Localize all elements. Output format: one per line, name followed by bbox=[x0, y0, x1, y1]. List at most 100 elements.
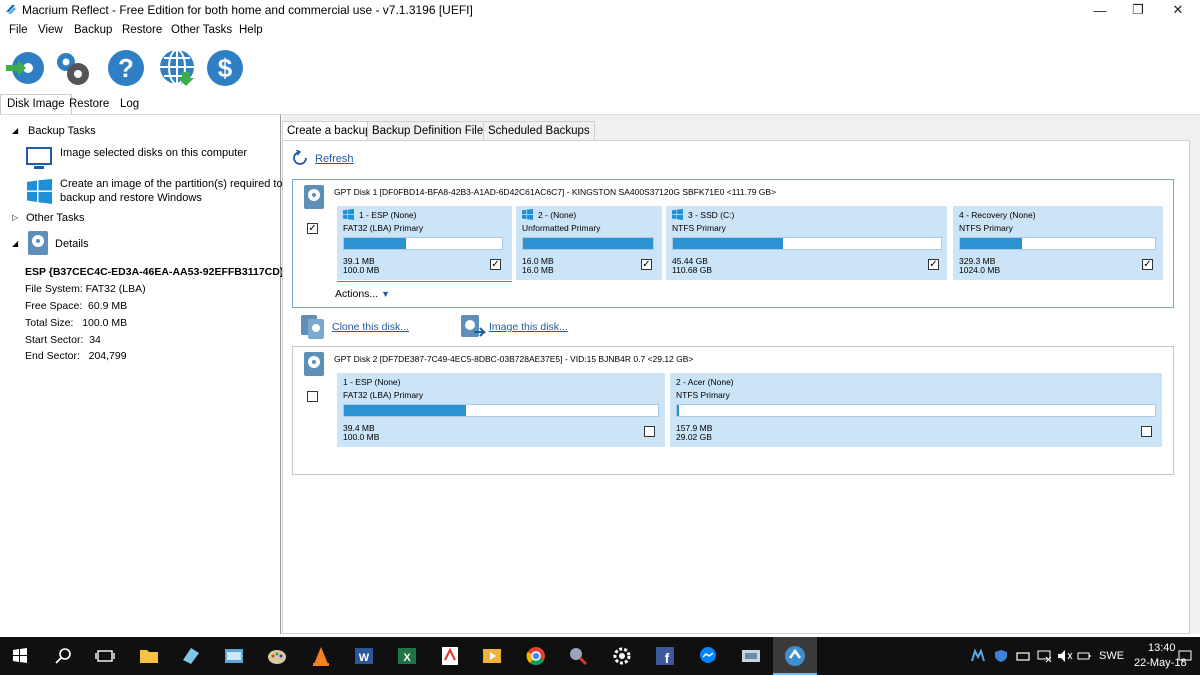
tray-defender-icon[interactable] bbox=[994, 649, 1008, 663]
disk1-box[interactable]: GPT Disk 1 [DF0FBD14-BFA8-42B3-A1AD-6D42… bbox=[292, 179, 1174, 308]
tab-backup-definition-files[interactable]: Backup Definition Files bbox=[367, 121, 494, 141]
media-player-icon[interactable] bbox=[480, 644, 504, 668]
maximize-button[interactable]: ❐ bbox=[1120, 0, 1156, 20]
disk1-partition-3[interactable]: 3 - SSD (C:) NTFS Primary 45.44 GB 110.6… bbox=[666, 206, 947, 280]
settings-gears-icon[interactable] bbox=[52, 48, 92, 88]
svg-text:?: ? bbox=[118, 53, 134, 83]
actions-menu[interactable]: Actions... ▼ bbox=[335, 288, 390, 300]
app-icon-2[interactable] bbox=[179, 644, 203, 668]
image-disk-link[interactable]: Image this disk... bbox=[489, 321, 568, 333]
disk1-checkbox[interactable]: ✓ bbox=[307, 223, 318, 234]
disk1-partition-4[interactable]: 4 - Recovery (None) NTFS Primary 329.3 M… bbox=[953, 206, 1163, 280]
task-image-windows-line1[interactable]: Create an image of the partition(s) requ… bbox=[60, 178, 283, 190]
disk1-partition-1[interactable]: 1 - ESP (None) FAT32 (LBA) Primary 39.1 … bbox=[337, 206, 512, 280]
facebook-icon[interactable]: f bbox=[653, 644, 677, 668]
disk1-header: GPT Disk 1 [DF0FBD14-BFA8-42B3-A1AD-6D42… bbox=[334, 187, 777, 197]
collapse-arrow-icon[interactable]: ◢ bbox=[12, 126, 18, 135]
messenger-icon[interactable] bbox=[696, 644, 720, 668]
details-heading: Details bbox=[55, 238, 89, 250]
menu-restore[interactable]: Restore bbox=[122, 24, 162, 36]
clone-disk-link[interactable]: Clone this disk... bbox=[332, 321, 409, 333]
disk2-checkbox[interactable] bbox=[307, 391, 318, 402]
excel-icon[interactable]: X bbox=[395, 644, 419, 668]
menu-other-tasks[interactable]: Other Tasks bbox=[171, 24, 232, 36]
paint-icon[interactable] bbox=[265, 644, 289, 668]
taskbar: W X f SWE 13:40 22-May-18 bbox=[0, 637, 1200, 675]
partition-type: Unformatted Primary bbox=[522, 223, 601, 233]
hard-disk-icon bbox=[28, 231, 48, 255]
windows-logo-icon bbox=[343, 209, 354, 220]
settings-icon[interactable] bbox=[610, 644, 634, 668]
windows-logo-icon bbox=[522, 209, 533, 220]
disk2-partition-2[interactable]: 2 - Acer (None) NTFS Primary 157.9 MB 29… bbox=[670, 373, 1162, 447]
notification-icon[interactable] bbox=[1178, 649, 1192, 663]
partition-checkbox[interactable]: ✓ bbox=[490, 259, 501, 270]
tab-log[interactable]: Log bbox=[113, 94, 146, 114]
start-icon[interactable] bbox=[8, 644, 32, 668]
tab-create-backup[interactable]: Create a backup bbox=[282, 121, 377, 141]
tray-volume-icon[interactable] bbox=[1057, 649, 1073, 663]
menu-backup[interactable]: Backup bbox=[74, 24, 112, 36]
actions-label: Actions... bbox=[335, 288, 379, 300]
vlc-icon[interactable] bbox=[309, 644, 333, 668]
app-icon-5[interactable] bbox=[739, 644, 763, 668]
app-icon-4[interactable] bbox=[566, 644, 590, 668]
backup-arrow-icon[interactable] bbox=[4, 48, 44, 88]
total-size: 100.0 MB bbox=[343, 432, 380, 442]
total-size: 110.68 GB bbox=[672, 265, 713, 275]
tab-restore[interactable]: Restore bbox=[62, 94, 116, 114]
total-size: 1024.0 MB bbox=[959, 265, 1001, 275]
usage-fill bbox=[344, 405, 467, 416]
toolbar: ? $ bbox=[0, 44, 260, 90]
expand-arrow-icon[interactable]: ▷ bbox=[12, 213, 18, 222]
free-space: Free Space: 60.9 MB bbox=[25, 300, 128, 312]
partition-type: NTFS Primary bbox=[672, 223, 726, 233]
partition-checkbox[interactable]: ✓ bbox=[928, 259, 939, 270]
partition-checkbox[interactable]: ✓ bbox=[641, 259, 652, 270]
chrome-icon[interactable] bbox=[524, 644, 548, 668]
disk2-partition-1[interactable]: 1 - ESP (None) FAT32 (LBA) Primary 39.4 … bbox=[337, 373, 665, 447]
macrium-taskbar-icon[interactable] bbox=[783, 644, 807, 668]
tray-network-icon[interactable] bbox=[1036, 649, 1052, 663]
partition-name: 2 - (None) bbox=[538, 210, 577, 220]
tray-language[interactable]: SWE bbox=[1099, 650, 1124, 662]
tray-malwarebytes-icon[interactable] bbox=[971, 649, 985, 663]
menu-help[interactable]: Help bbox=[239, 24, 263, 36]
refresh-icon[interactable] bbox=[292, 150, 308, 166]
disk2-box[interactable]: GPT Disk 2 [DF7DE387-7C49-4EC5-8DBC-03B7… bbox=[292, 346, 1174, 475]
buy-icon[interactable]: $ bbox=[205, 48, 245, 88]
close-button[interactable]: ✕ bbox=[1160, 0, 1196, 20]
help-icon[interactable]: ? bbox=[106, 48, 146, 88]
svg-text:W: W bbox=[359, 652, 370, 664]
partition-checkbox[interactable] bbox=[1141, 426, 1152, 437]
task-image-selected-disks[interactable]: Image selected disks on this computer bbox=[60, 147, 247, 159]
task-view-icon[interactable] bbox=[93, 644, 117, 668]
windows-logo-icon bbox=[27, 179, 52, 204]
tray-battery-icon[interactable] bbox=[1077, 649, 1091, 663]
partition-checkbox[interactable]: ✓ bbox=[1142, 259, 1153, 270]
menu-file[interactable]: File bbox=[9, 24, 28, 36]
minimize-button[interactable]: — bbox=[1082, 0, 1118, 20]
word-icon[interactable]: W bbox=[352, 644, 376, 668]
task-image-windows-line2[interactable]: backup and restore Windows bbox=[60, 192, 202, 204]
partition-1-underline bbox=[337, 281, 512, 282]
file-explorer-icon[interactable] bbox=[137, 644, 161, 668]
tray-time[interactable]: 13:40 bbox=[1148, 642, 1176, 654]
refresh-link[interactable]: Refresh bbox=[315, 153, 354, 165]
search-icon[interactable] bbox=[52, 644, 76, 668]
partition-checkbox[interactable] bbox=[644, 426, 655, 437]
tray-usb-icon[interactable] bbox=[1016, 650, 1030, 662]
web-update-icon[interactable] bbox=[158, 48, 198, 88]
pdf-icon[interactable] bbox=[438, 644, 462, 668]
app-icon-3[interactable] bbox=[222, 644, 246, 668]
collapse-arrow-icon[interactable]: ◢ bbox=[12, 239, 18, 248]
tab-disk-image[interactable]: Disk Image bbox=[0, 94, 72, 114]
tab-scheduled-backups[interactable]: Scheduled Backups bbox=[483, 121, 595, 141]
view-tabs: Disk Image Restore Log bbox=[0, 94, 150, 114]
disk1-partition-2[interactable]: 2 - (None) Unformatted Primary 16.0 MB 1… bbox=[516, 206, 662, 280]
clone-disk-icon[interactable] bbox=[300, 314, 326, 340]
other-tasks-heading[interactable]: Other Tasks bbox=[26, 212, 85, 224]
disk2-header: GPT Disk 2 [DF7DE387-7C49-4EC5-8DBC-03B7… bbox=[334, 354, 694, 364]
image-disk-icon[interactable] bbox=[460, 314, 486, 340]
menu-view[interactable]: View bbox=[38, 24, 63, 36]
